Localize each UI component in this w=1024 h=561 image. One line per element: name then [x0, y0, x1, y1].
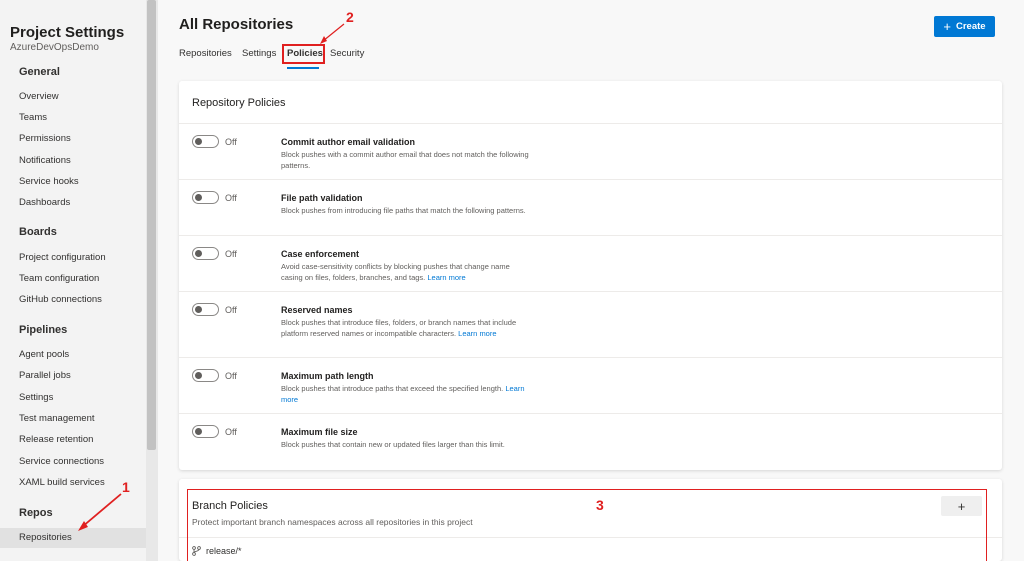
sidebar-item-notifications[interactable]: Notifications [0, 151, 146, 171]
toggle-state-label: Off [225, 305, 237, 315]
policy-description: Block pushes that introduce files, folde… [281, 318, 517, 338]
toggle-state-label: Off [225, 427, 237, 437]
branch-policies-title: Branch Policies [192, 500, 268, 512]
case-enforcement-toggle[interactable] [192, 247, 219, 260]
section-general: General [19, 66, 60, 78]
active-tab-indicator [287, 67, 319, 69]
policy-name: Case enforcement [281, 249, 360, 259]
toggle-knob [195, 138, 202, 145]
maximum-file-size-toggle[interactable] [192, 425, 219, 438]
policy-description: Block pushes that introduce paths that e… [281, 384, 525, 404]
tab-settings[interactable]: Settings [242, 48, 276, 59]
reserved-names-toggle[interactable] [192, 303, 219, 316]
policy-row: Off Reserved names Block pushes that int… [179, 291, 1002, 357]
create-button-label: Create [956, 21, 986, 32]
create-button[interactable]: + Create [934, 16, 995, 37]
sidebar-item-agent-pools[interactable]: Agent pools [0, 345, 146, 365]
policy-description: Block pushes from introducing file paths… [281, 206, 526, 215]
sidebar-item-github-connections[interactable]: GitHub connections [0, 290, 146, 310]
sidebar-item-team-configuration[interactable]: Team configuration [0, 269, 146, 289]
sidebar-item-test-management[interactable]: Test management [0, 409, 146, 429]
sidebar-item-settings[interactable]: Settings [0, 388, 146, 408]
main-content: All Repositories + Create Repositories S… [158, 0, 1024, 561]
policy-name: File path validation [281, 193, 363, 203]
annotation-marker-2: 2 [346, 9, 354, 25]
branch-icon [192, 546, 201, 556]
sidebar-item-release-retention[interactable]: Release retention [0, 430, 146, 450]
branch-name: release/* [206, 546, 242, 556]
learn-more-link[interactable]: Learn more [458, 329, 496, 338]
sidebar-item-dashboards[interactable]: Dashboards [0, 193, 146, 213]
repository-policies-title: Repository Policies [192, 97, 286, 109]
policy-description: Avoid case-sensitivity conflicts by bloc… [281, 262, 510, 282]
policy-row: Off Commit author email validation Block… [179, 123, 1002, 179]
policy-description: Block pushes with a commit author email … [281, 150, 529, 170]
maximum-path-length-toggle[interactable] [192, 369, 219, 382]
sidebar-item-overview[interactable]: Overview [0, 87, 146, 107]
annotation-marker-1: 1 [122, 479, 130, 495]
sidebar-item-teams[interactable]: Teams [0, 108, 146, 128]
sidebar-item-permissions[interactable]: Permissions [0, 129, 146, 149]
sidebar-item-repositories[interactable]: Repositories [0, 528, 146, 548]
sidebar: Project Settings AzureDevOpsDemo General… [0, 0, 146, 561]
learn-more-link[interactable]: Learn more [427, 273, 465, 282]
toggle-knob [195, 194, 202, 201]
add-branch-policy-button[interactable]: + [941, 496, 982, 516]
sidebar-scrollbar-thumb[interactable] [147, 0, 156, 450]
toggle-state-label: Off [225, 249, 237, 259]
branch-policies-subtitle: Protect important branch namespaces acro… [192, 517, 473, 527]
section-repos: Repos [19, 507, 53, 519]
project-settings-title: Project Settings [10, 24, 125, 41]
toggle-knob [195, 306, 202, 313]
sidebar-item-service-connections[interactable]: Service connections [0, 452, 146, 472]
project-name: AzureDevOpsDemo [10, 42, 99, 53]
policy-name: Commit author email validation [281, 137, 416, 147]
repository-policies-card: Repository Policies Off Commit author em… [179, 81, 1002, 470]
policy-name: Maximum path length [281, 371, 374, 381]
tab-repositories[interactable]: Repositories [179, 48, 232, 59]
toggle-knob [195, 372, 202, 379]
policy-row: Off File path validation Block pushes fr… [179, 179, 1002, 235]
divider [179, 537, 1002, 538]
sidebar-item-service-hooks[interactable]: Service hooks [0, 172, 146, 192]
file-path-validation-toggle[interactable] [192, 191, 219, 204]
plus-icon: + [943, 19, 951, 34]
toggle-knob [195, 428, 202, 435]
page-title: All Repositories [179, 16, 294, 33]
section-boards: Boards [19, 226, 57, 238]
commit-author-email-toggle[interactable] [192, 135, 219, 148]
branch-row-release[interactable]: release/* [192, 546, 242, 556]
policy-description: Block pushes that contain new or updated… [281, 440, 505, 449]
section-pipelines: Pipelines [19, 324, 68, 336]
policy-row: Off Case enforcement Avoid case-sensitiv… [179, 235, 1002, 291]
policy-row: Off Maximum file size Block pushes that … [179, 413, 1002, 470]
policy-row: Off Maximum path length Block pushes tha… [179, 357, 1002, 413]
toggle-state-label: Off [225, 137, 237, 147]
policy-name: Maximum file size [281, 427, 358, 437]
sidebar-item-project-configuration[interactable]: Project configuration [0, 248, 146, 268]
sidebar-item-parallel-jobs[interactable]: Parallel jobs [0, 366, 146, 386]
tab-security[interactable]: Security [330, 48, 364, 59]
toggle-knob [195, 250, 202, 257]
annotation-marker-3: 3 [596, 497, 604, 513]
policies-tab-highlight-box [282, 44, 325, 64]
toggle-state-label: Off [225, 193, 237, 203]
policy-name: Reserved names [281, 305, 353, 315]
toggle-state-label: Off [225, 371, 237, 381]
branch-policies-card: Branch Policies Protect important branch… [179, 479, 1002, 561]
